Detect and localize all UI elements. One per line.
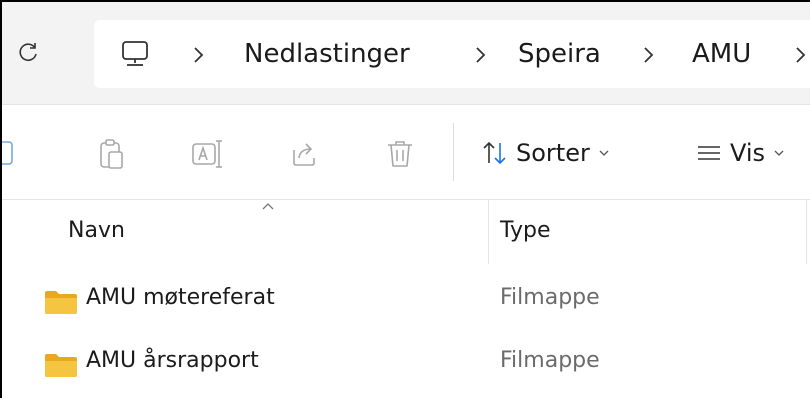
breadcrumb-speira[interactable]: Speira	[518, 38, 601, 70]
column-header-type[interactable]: Type	[500, 218, 551, 243]
breadcrumb-chevron-icon[interactable]	[474, 44, 488, 66]
view-button[interactable]: Vis	[696, 135, 785, 171]
refresh-icon	[19, 43, 37, 61]
rename-icon[interactable]	[190, 138, 226, 170]
refresh-button[interactable]	[12, 36, 44, 68]
breadcrumb-chevron-icon[interactable]	[642, 44, 656, 66]
this-pc-icon	[122, 41, 148, 66]
share-icon[interactable]	[288, 138, 320, 170]
delete-icon[interactable]	[386, 138, 414, 170]
address-row: Nedlastinger Speira AMU	[2, 2, 810, 104]
view-label: Vis	[730, 139, 766, 167]
item-name: AMU møtereferat	[86, 285, 275, 310]
view-icon	[698, 146, 720, 160]
breadcrumb-chevron-icon[interactable]	[192, 44, 206, 66]
item-type: Filmappe	[500, 285, 600, 310]
breadcrumb-nedlastinger[interactable]: Nedlastinger	[244, 38, 410, 70]
column-resize-handle[interactable]	[488, 200, 489, 264]
sort-label: Sorter	[516, 139, 590, 167]
folder-icon	[45, 291, 77, 314]
breadcrumb-amu[interactable]: AMU	[692, 38, 751, 70]
sort-button[interactable]: Sorter	[482, 135, 610, 171]
command-bar: Sorter Vis	[2, 105, 810, 200]
sort-icon	[483, 141, 506, 165]
toolbar-divider	[453, 123, 454, 181]
file-explorer-window: Nedlastinger Speira AMU Sorter Vis Navn …	[0, 0, 810, 398]
item-type: Filmappe	[500, 348, 600, 373]
paste-icon[interactable]	[98, 138, 126, 170]
copy-icon[interactable]	[0, 138, 16, 168]
column-header-row: Navn Type	[2, 200, 810, 264]
chevron-down-icon	[599, 150, 609, 156]
chevron-down-icon	[774, 150, 784, 156]
folder-icon	[45, 354, 77, 377]
list-item[interactable]: AMU årsrapport Filmappe	[2, 332, 810, 394]
item-name: AMU årsrapport	[86, 348, 259, 373]
column-resize-handle[interactable]	[806, 200, 807, 264]
address-bar[interactable]: Nedlastinger Speira AMU	[94, 20, 810, 88]
sort-ascending-icon	[262, 203, 274, 210]
column-header-name[interactable]: Navn	[68, 218, 125, 243]
list-item[interactable]: AMU møtereferat Filmappe	[2, 269, 810, 331]
breadcrumb-chevron-icon[interactable]	[794, 44, 808, 66]
